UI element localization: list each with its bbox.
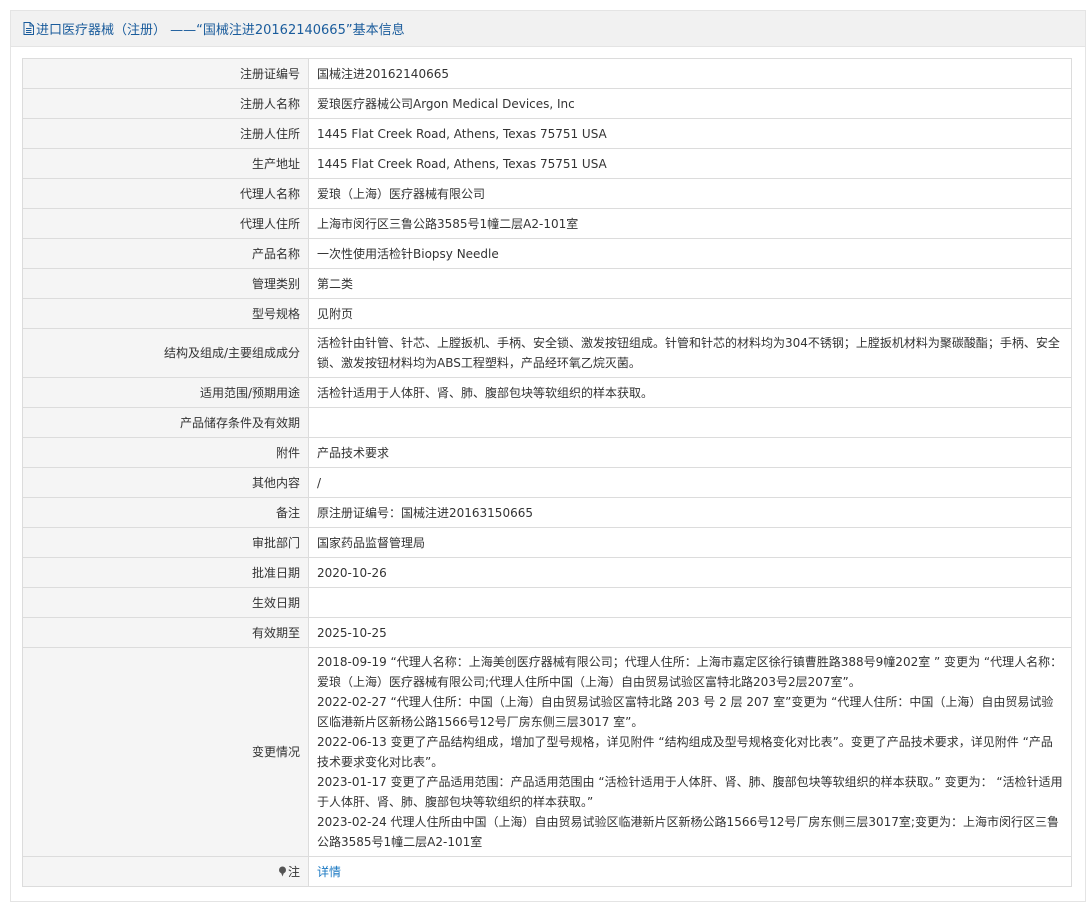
field-value: 第二类 [308,268,1072,299]
field-value: 2020-10-26 [308,557,1072,588]
field-value: 活检针由针管、针芯、上膛扳机、手柄、安全锁、激发按钮组成。针管和针芯的材料均为3… [308,328,1072,378]
change-entry: 2022-02-27 “代理人住所：中国（上海）自由贸易试验区富特北路 203 … [317,695,1054,729]
field-label: 代理人住所 [22,208,309,239]
field-label: 型号规格 [22,298,309,329]
table-row: 结构及组成/主要组成成分 活检针由针管、针芯、上膛扳机、手柄、安全锁、激发按钮组… [22,328,1072,378]
field-label: 产品名称 [22,238,309,269]
info-panel: 进口医疗器械（注册） ——“国械注进20162140665”基本信息 注册证编号… [10,10,1086,902]
table-row: 管理类别 第二类 [22,268,1072,299]
table-row: 有效期至 2025-10-25 [22,617,1072,648]
change-entry: 2022-06-13 变更了产品结构组成，增加了型号规格，详见附件 “结构组成及… [317,735,1053,769]
field-value: / [308,467,1072,498]
details-link[interactable]: 详情 [317,865,341,879]
field-value: 原注册证编号：国械注进20163150665 [308,497,1072,528]
field-value: 一次性使用活检针Biopsy Needle [308,238,1072,269]
field-value: 1445 Flat Creek Road, Athens, Texas 7575… [308,148,1072,179]
changes-list: 2018-09-19 “代理人名称：上海美创医疗器械有限公司；代理人住所：上海市… [308,647,1072,857]
table-row: 其他内容 / [22,467,1072,498]
field-label: 生效日期 [22,587,309,618]
field-label: 注册人名称 [22,88,309,119]
table-row: 批准日期 2020-10-26 [22,557,1072,588]
note-value: 详情 [308,856,1072,887]
field-value: 1445 Flat Creek Road, Athens, Texas 7575… [308,118,1072,149]
field-label: 产品储存条件及有效期 [22,407,309,438]
note-label-text: 注 [287,864,300,879]
table-row: 附件 产品技术要求 [22,437,1072,468]
field-value: 国家药品监督管理局 [308,527,1072,558]
field-value [308,587,1072,618]
field-label: 生产地址 [22,148,309,179]
field-label: 代理人名称 [22,178,309,209]
field-label: 适用范围/预期用途 [22,377,309,408]
change-entry: 2018-09-19 “代理人名称：上海美创医疗器械有限公司；代理人住所：上海市… [317,655,1063,689]
field-value: 国械注进20162140665 [308,58,1072,89]
field-value [308,407,1072,438]
field-label: 有效期至 [22,617,309,648]
table-row: 代理人住所 上海市闵行区三鲁公路3585号1幢二层A2-101室 [22,208,1072,239]
field-label: 批准日期 [22,557,309,588]
field-label: 其他内容 [22,467,309,498]
table-row: 注册证编号 国械注进20162140665 [22,58,1072,89]
field-value: 活检针适用于人体肝、肾、肺、腹部包块等软组织的样本获取。 [308,377,1072,408]
field-label: 备注 [22,497,309,528]
table-row: 代理人名称 爱琅（上海）医疗器械有限公司 [22,178,1072,209]
page-title: 进口医疗器械（注册） ——“国械注进20162140665”基本信息 [36,23,405,38]
field-value: 爱琅医疗器械公司Argon Medical Devices, Inc [308,88,1072,119]
table-row: 适用范围/预期用途 活检针适用于人体肝、肾、肺、腹部包块等软组织的样本获取。 [22,377,1072,408]
note-row: 注 详情 [22,856,1072,887]
table-row: 生效日期 [22,587,1072,618]
table-row: 生产地址 1445 Flat Creek Road, Athens, Texas… [22,148,1072,179]
change-entry: 2023-02-24 代理人住所由中国（上海）自由贸易试验区临港新片区新杨公路1… [317,815,1059,849]
field-label: 附件 [22,437,309,468]
note-label: 注 [22,856,309,887]
table-row: 型号规格 见附页 [22,298,1072,329]
change-entry: 2023-01-17 变更了产品适用范围：产品适用范围由 “活检针适用于人体肝、… [317,775,1063,809]
field-value: 上海市闵行区三鲁公路3585号1幢二层A2-101室 [308,208,1072,239]
panel-header: 进口医疗器械（注册） ——“国械注进20162140665”基本信息 [11,11,1085,47]
field-label: 注册证编号 [22,58,309,89]
table-row: 注册人住所 1445 Flat Creek Road, Athens, Texa… [22,118,1072,149]
table-row: 备注 原注册证编号：国械注进20163150665 [22,497,1072,528]
field-label: 注册人住所 [22,118,309,149]
field-value: 爱琅（上海）医疗器械有限公司 [308,178,1072,209]
table-row: 产品储存条件及有效期 [22,407,1072,438]
changes-row: 变更情况 2018-09-19 “代理人名称：上海美创医疗器械有限公司；代理人住所… [22,647,1072,857]
field-label: 结构及组成/主要组成成分 [22,328,309,378]
field-value: 产品技术要求 [308,437,1072,468]
table-row: 产品名称 一次性使用活检针Biopsy Needle [22,238,1072,269]
table-row: 审批部门 国家药品监督管理局 [22,527,1072,558]
field-label: 管理类别 [22,268,309,299]
table-row: 注册人名称 爱琅医疗器械公司Argon Medical Devices, Inc [22,88,1072,119]
info-table: 注册证编号 国械注进20162140665 注册人名称 爱琅医疗器械公司Argo… [22,58,1072,887]
field-value: 见附页 [308,298,1072,329]
pin-icon [278,863,287,876]
field-label: 变更情况 [22,647,309,857]
document-icon [23,22,34,35]
field-label: 审批部门 [22,527,309,558]
field-value: 2025-10-25 [308,617,1072,648]
